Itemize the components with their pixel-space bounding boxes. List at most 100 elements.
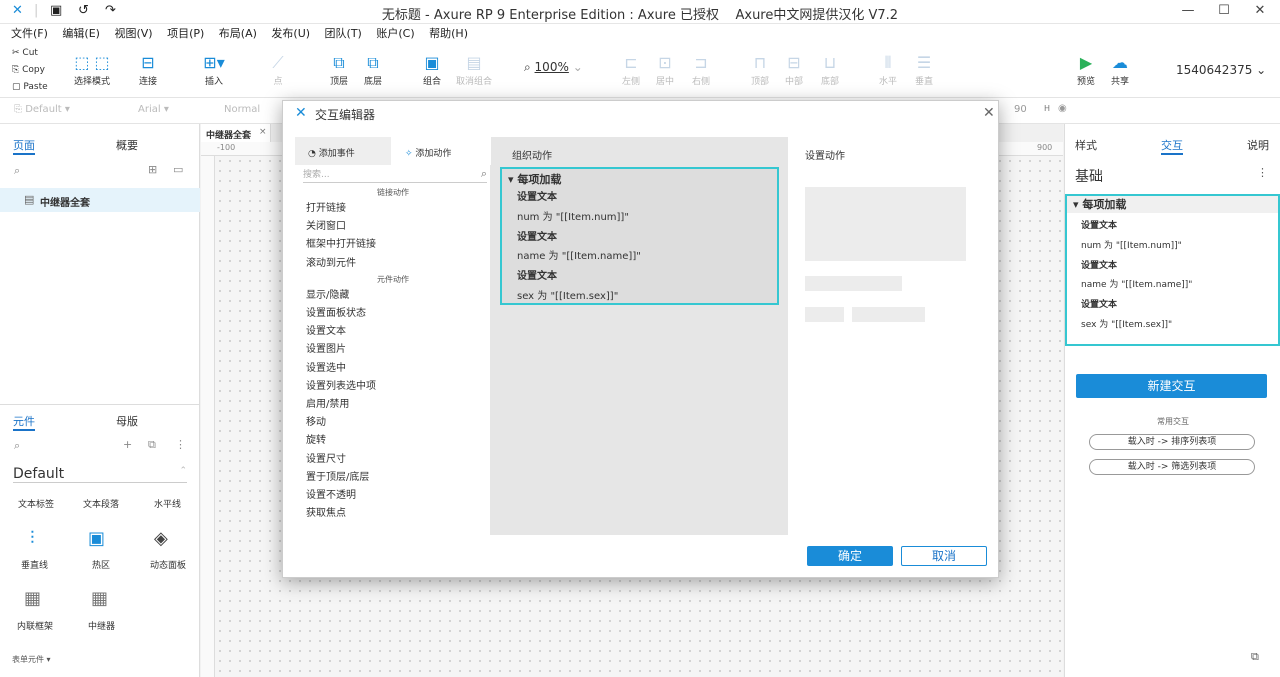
organize-action-detail[interactable]: num 为 "[[Item.num]]" (517, 208, 777, 228)
ok-button[interactable]: 确定 (807, 546, 893, 566)
organize-action-name[interactable]: 设置文本 (517, 267, 777, 287)
action-item[interactable]: 移动 (306, 414, 491, 432)
library-select[interactable]: Default ⌃ (13, 466, 187, 483)
action-item[interactable]: 框架中打开链接 (306, 236, 491, 254)
font-select[interactable]: Arial ▾ (138, 104, 169, 115)
tab-add-event[interactable]: ◔ 添加事件 (295, 137, 391, 165)
more-icon[interactable]: ⋮ (1257, 166, 1268, 179)
close-tab-icon[interactable]: × (259, 127, 267, 137)
widget-hline[interactable]: 水平线 (154, 497, 181, 510)
group-button[interactable]: ▣ 组合 (410, 52, 454, 87)
action-detail[interactable]: name 为 "[[Item.name]]" (1081, 276, 1278, 296)
menu-view[interactable]: 视图(V) (114, 24, 152, 44)
menu-publish[interactable]: 发布(U) (271, 24, 310, 44)
interaction-case[interactable]: ▾ 每项加载 设置文本 num 为 "[[Item.num]]" 设置文本 na… (1065, 194, 1280, 346)
restore-panel-icon[interactable]: ⧉ (1251, 650, 1259, 664)
tab-add-action[interactable]: ✧ 添加动作 (391, 137, 491, 165)
action-name[interactable]: 设置文本 (1081, 257, 1278, 277)
organize-action-name[interactable]: 设置文本 (517, 228, 777, 248)
menu-project[interactable]: 项目(P) (167, 24, 204, 44)
add-library-icon[interactable]: + (123, 438, 132, 451)
add-folder-icon[interactable]: ▭ (173, 163, 183, 176)
widget-vline[interactable]: 垂直线 (21, 558, 48, 571)
connect-button[interactable]: ⊟ 连接 (126, 52, 170, 87)
library-copy-icon[interactable]: ⧉ (148, 438, 156, 452)
action-detail[interactable]: num 为 "[[Item.num]]" (1081, 237, 1278, 257)
more-icon[interactable]: ⋮ (175, 438, 186, 451)
organize-action-detail[interactable]: name 为 "[[Item.name]]" (517, 247, 777, 267)
action-item[interactable]: 设置图片 (306, 341, 491, 359)
tab-pages[interactable]: 页面 (13, 137, 35, 155)
form-widgets-toggle[interactable]: 表单元件 ▾ (12, 654, 51, 665)
menu-help[interactable]: 帮助(H) (429, 24, 468, 44)
add-page-icon[interactable]: ⊞ (148, 163, 157, 176)
menu-layout[interactable]: 布局(A) (219, 24, 257, 44)
search-icon[interactable]: ⌕ (14, 164, 20, 178)
menu-account[interactable]: 账户(C) (376, 24, 414, 44)
widget-paragraph[interactable]: 文本段落 (83, 497, 119, 510)
copy-button[interactable]: ⎘ Copy (12, 65, 45, 75)
dialog-close-icon[interactable]: ✕ (983, 105, 995, 121)
action-name[interactable]: 设置文本 (1081, 296, 1278, 316)
zoom-select[interactable]: ⌕ 100% ⌄ (524, 60, 583, 75)
point-button[interactable]: ⟋ 点 (256, 52, 300, 87)
menu-team[interactable]: 团队(T) (325, 24, 362, 44)
action-item[interactable]: 显示/隐藏 (306, 287, 491, 305)
organize-event[interactable]: ▾ 每项加载 (502, 169, 777, 187)
tab-interactions[interactable]: 交互 (1161, 137, 1183, 155)
weight-select[interactable]: Normal (224, 104, 260, 115)
close-button[interactable]: ✕ (1245, 3, 1275, 18)
action-item[interactable]: 旋转 (306, 432, 491, 450)
align-bottom-button[interactable]: ⊔ 底部 (808, 52, 852, 87)
minimize-button[interactable]: — (1173, 3, 1203, 18)
action-item[interactable]: 启用/禁用 (306, 396, 491, 414)
width-input[interactable]: 90 (1014, 104, 1027, 115)
widget-repeater[interactable]: 中继器 (88, 619, 115, 632)
select-mode-button[interactable]: ⬚ ⬚ 选择模式 (62, 52, 122, 87)
distribute-vertical-button[interactable]: ☰ 垂直 (902, 52, 946, 87)
account-dropdown[interactable]: 1540642375 ⌄ (1176, 63, 1266, 77)
tab-widgets[interactable]: 元件 (13, 413, 35, 431)
organize-action-name[interactable]: 设置文本 (517, 188, 777, 208)
canvas-tab[interactable]: 中继器全套 × (201, 124, 271, 142)
tab-outline[interactable]: 概要 (116, 137, 138, 153)
cancel-button[interactable]: 取消 (901, 546, 987, 566)
action-item[interactable]: 打开链接 (306, 200, 491, 218)
widget-dynamic-panel[interactable]: 动态面板 (150, 558, 186, 571)
tab-style[interactable]: 样式 (1075, 137, 1097, 153)
style-select[interactable]: ⎘ Default ▾ (14, 104, 70, 115)
action-item[interactable]: 设置列表选中项 (306, 378, 491, 396)
tab-masters[interactable]: 母版 (116, 413, 138, 429)
new-interaction-button[interactable]: 新建交互 (1076, 374, 1267, 398)
action-item[interactable]: 设置面板状态 (306, 305, 491, 323)
cut-button[interactable]: ✂ Cut (12, 48, 38, 58)
action-item[interactable]: 设置不透明 (306, 487, 491, 505)
action-item[interactable]: 滚动到元件 (306, 255, 491, 273)
action-item[interactable]: 关闭窗口 (306, 218, 491, 236)
action-item[interactable]: 获取焦点 (306, 505, 491, 523)
page-item[interactable]: ▤ 中继器全套 (0, 188, 200, 212)
event-header[interactable]: ▾ 每项加载 (1067, 196, 1278, 213)
align-right-button[interactable]: ⊐ 右侧 (679, 52, 723, 87)
maximize-button[interactable]: ☐ (1209, 3, 1239, 18)
organize-action-detail[interactable]: sex 为 "[[Item.sex]]" (517, 287, 777, 307)
action-name[interactable]: 设置文本 (1081, 217, 1278, 237)
insert-button[interactable]: ⊞▾ 插入 (192, 52, 236, 87)
action-search[interactable]: 搜索... ⌕ (303, 167, 487, 183)
eye-icon[interactable]: ◉ (1058, 103, 1067, 114)
action-detail[interactable]: sex 为 "[[Item.sex]]" (1081, 316, 1278, 336)
action-item[interactable]: 设置选中 (306, 360, 491, 378)
widget-iframe[interactable]: 内联框架 (17, 619, 53, 632)
quick-sort-button[interactable]: 载入时 -> 排序列表项 (1089, 434, 1255, 450)
action-item[interactable]: 设置尺寸 (306, 451, 491, 469)
ungroup-button[interactable]: ▤ 取消组合 (452, 52, 496, 87)
tab-notes[interactable]: 说明 (1247, 137, 1269, 153)
share-button[interactable]: ☁ 共享 (1098, 52, 1142, 87)
organize-case[interactable]: ▾ 每项加载 设置文本 num 为 "[[Item.num]]" 设置文本 na… (500, 167, 779, 305)
menu-edit[interactable]: 编辑(E) (62, 24, 100, 44)
action-item[interactable]: 设置文本 (306, 323, 491, 341)
paste-button[interactable]: ▢ Paste (12, 82, 48, 92)
send-bottom-button[interactable]: ⧉ 底层 (351, 52, 395, 87)
quick-filter-button[interactable]: 载入时 -> 筛选列表项 (1089, 459, 1255, 475)
menu-file[interactable]: 文件(F) (11, 24, 48, 44)
